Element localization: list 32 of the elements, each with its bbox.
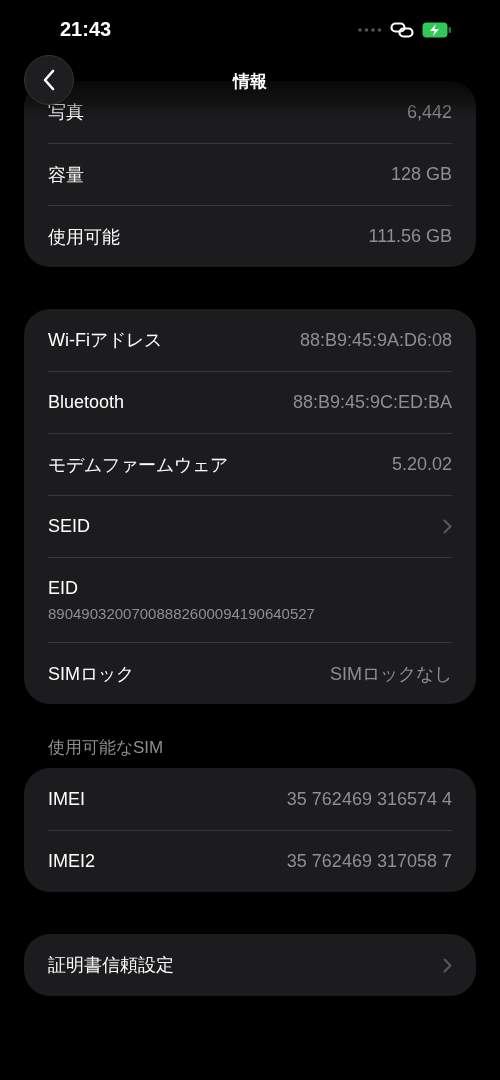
back-icon [43,69,55,91]
chevron-icon [443,519,452,534]
row-value: 111.56 GB [368,226,452,247]
section-header: 使用可能なSIM [47,738,165,758]
battery-charging-icon [422,22,452,38]
row-label: Bluetooth [48,392,125,413]
row-label: IMEI [48,788,85,810]
signal-dots-icon [358,28,382,32]
status-time: 21:43 [60,17,112,41]
row-value: 89049032007008882600094190640527 [48,605,316,622]
row-label: 写真 [48,101,84,124]
row-label: 使用可能 [48,225,120,249]
link-icon [390,22,414,38]
row-label: モデムファームウェア [48,453,228,477]
row-value: 35 762469 316574 4 [286,788,452,810]
row-label: Wi-Fiアドレス [48,329,162,352]
back-button[interactable] [24,55,74,105]
chevron-icon [443,957,452,973]
row-value: 35 762469 317058 7 [286,851,452,872]
row-value: 88:B9:45:9C:ED:BA [292,392,452,413]
row-label[interactable]: SEID [48,516,90,537]
row-value: SIMロックなし [330,662,452,686]
nav-title: 情報 [231,71,268,93]
row-value: 128 GB [390,164,452,185]
row-value: 88:B9:45:9A:D6:08 [299,329,452,351]
row-label: EID [48,578,79,599]
row-value: 5.20.02 [391,454,452,475]
row-label: SIMロック [48,662,134,686]
row-value: 6,442 [406,101,452,123]
row-label[interactable]: 証明書信頼設定 [48,953,174,977]
row-label: 容量 [48,163,84,187]
row-label: IMEI2 [48,851,95,872]
